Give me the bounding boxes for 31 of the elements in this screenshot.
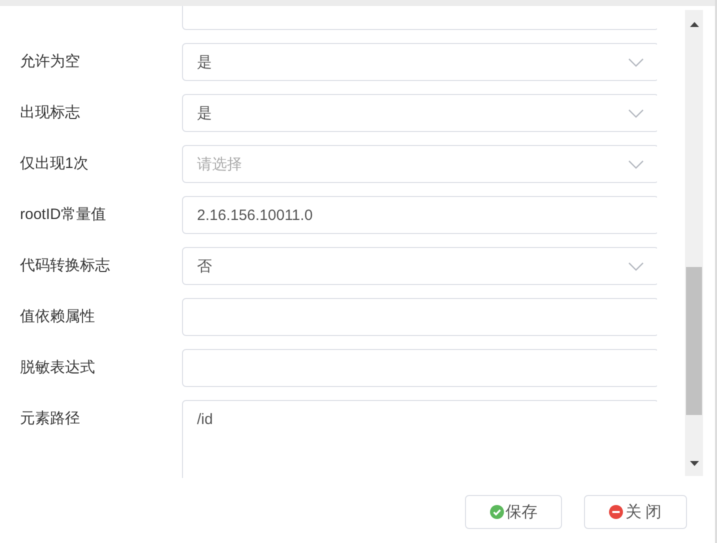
input-field[interactable]: [182, 298, 657, 336]
chevron-down-icon: [628, 262, 644, 270]
field-label: 允许为空: [20, 53, 80, 70]
scrollbar-thumb[interactable]: [686, 267, 702, 415]
select-field[interactable]: 是: [182, 43, 657, 81]
text-area[interactable]: /id: [182, 400, 657, 478]
chevron-down-icon: [628, 108, 644, 118]
scrollbar[interactable]: [685, 10, 703, 476]
field-label: 值依赖属性: [20, 308, 95, 325]
chevron-down-icon: [628, 160, 644, 168]
field-label: 元素路径: [20, 410, 80, 427]
field-label: 出现标志: [20, 104, 80, 121]
scroll-up-icon[interactable]: [690, 22, 698, 27]
check-circle-icon: [490, 505, 504, 519]
save-button[interactable]: 保存: [465, 495, 562, 529]
select-placeholder: 请选择: [197, 154, 242, 174]
select-value: 是: [197, 104, 212, 122]
select-field[interactable]: 否: [182, 247, 657, 285]
chevron-down-icon: [628, 58, 644, 66]
close-button[interactable]: 关 闭: [584, 495, 687, 529]
select-field[interactable]: 是: [182, 94, 657, 132]
field-label: 仅出现1次: [20, 155, 88, 172]
minus-circle-icon: [609, 505, 624, 519]
field-label: rootID常量值: [20, 206, 106, 223]
input-field[interactable]: 2.16.156.10011.0: [182, 196, 657, 234]
field-label: 代码转换标志: [20, 257, 110, 274]
input-field[interactable]: [182, 349, 657, 387]
select-value: 是: [197, 52, 212, 72]
select-value: 否: [197, 256, 212, 276]
scroll-down-icon[interactable]: [690, 461, 698, 466]
field-label: 脱敏表达式: [20, 359, 95, 376]
